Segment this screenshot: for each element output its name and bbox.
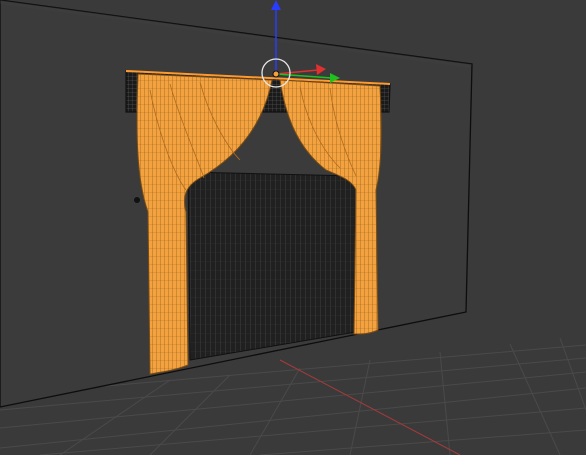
object-origin — [272, 70, 280, 78]
z-axis-arrow-icon[interactable] — [271, 0, 281, 10]
pivot-marker — [134, 197, 140, 203]
inner-sheer[interactable] — [187, 171, 357, 361]
x-axis-line — [279, 359, 461, 455]
3d-viewport[interactable] — [0, 0, 586, 455]
viewport-canvas[interactable] — [0, 0, 586, 455]
